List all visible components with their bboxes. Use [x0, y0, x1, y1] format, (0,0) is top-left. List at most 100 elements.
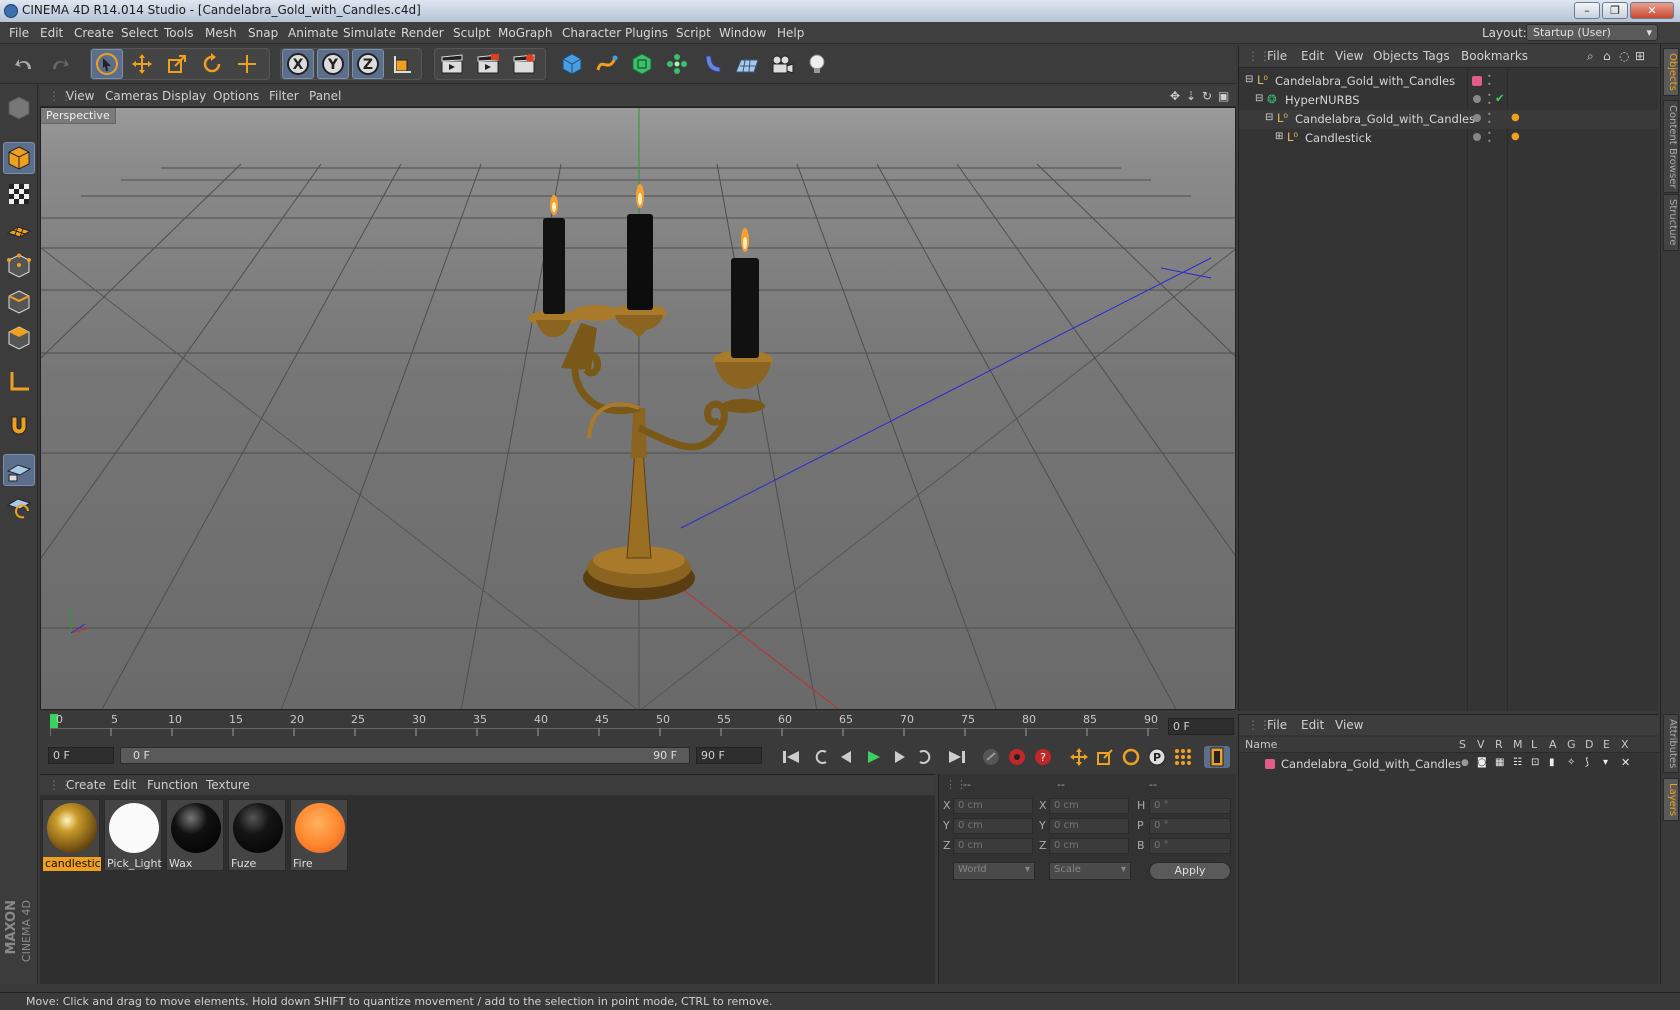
- tab-objects[interactable]: Objects: [1663, 48, 1679, 96]
- collapse-icon[interactable]: ⊟: [1245, 74, 1253, 85]
- viewport-menu-filter[interactable]: Filter: [269, 89, 299, 103]
- z-axis-button[interactable]: Z: [352, 49, 384, 79]
- collapse-icon[interactable]: ⊟: [1255, 93, 1263, 104]
- layer-col-xref[interactable]: X: [1621, 738, 1629, 751]
- menu-mograph[interactable]: MoGraph: [498, 26, 553, 40]
- viewport-pan-icon[interactable]: ✥: [1170, 89, 1180, 103]
- viewport-zoom-icon[interactable]: ⇣: [1186, 89, 1196, 103]
- viewport-menu-panel[interactable]: Panel: [309, 89, 341, 103]
- object-menu-file[interactable]: File: [1267, 49, 1287, 63]
- rotation-p-field[interactable]: 0 °: [1149, 818, 1231, 834]
- coordinate-system-button[interactable]: [387, 49, 419, 79]
- key-position-button[interactable]: [1066, 746, 1092, 768]
- layer-col-expressions[interactable]: E: [1603, 738, 1610, 751]
- points-mode-button[interactable]: [3, 250, 35, 282]
- light-button[interactable]: [801, 49, 833, 79]
- camera-button[interactable]: [766, 49, 798, 79]
- array-button[interactable]: [661, 49, 693, 79]
- rotation-h-field[interactable]: 0 °: [1149, 798, 1231, 814]
- key-rotation-button[interactable]: [1118, 746, 1144, 768]
- new-view-icon[interactable]: ⊞: [1635, 49, 1645, 63]
- key-scale-button[interactable]: [1092, 746, 1118, 768]
- render-view-button[interactable]: [436, 49, 468, 79]
- position-x-field[interactable]: 0 cm: [953, 798, 1033, 814]
- go-to-end-button[interactable]: [944, 746, 970, 768]
- tab-attributes[interactable]: Attributes: [1663, 714, 1679, 774]
- material-tag-icon[interactable]: ●: [1511, 112, 1520, 123]
- visibility-dots-icon[interactable]: • •: [1487, 73, 1492, 89]
- layer-row[interactable]: Candelabra_Gold_with_Candles ● ◙ ▦ ☷ ⊡ ▮…: [1239, 755, 1659, 774]
- y-axis-button[interactable]: Y: [317, 49, 349, 79]
- solo-icon[interactable]: ●: [1461, 758, 1469, 768]
- menu-character[interactable]: Character: [562, 26, 621, 40]
- material-swatch[interactable]: Pick_Light: [104, 799, 162, 871]
- polygons-mode-button[interactable]: [3, 322, 35, 354]
- viewport-menu-display[interactable]: Display: [162, 89, 206, 103]
- minimize-button[interactable]: –: [1574, 2, 1600, 19]
- key-parameter-button[interactable]: P: [1144, 746, 1170, 768]
- size-x-field[interactable]: 0 cm: [1049, 798, 1129, 814]
- menu-tools[interactable]: Tools: [164, 26, 194, 40]
- manager-icon[interactable]: ☷: [1513, 757, 1522, 768]
- menu-help[interactable]: Help: [777, 26, 804, 40]
- previous-frame-button[interactable]: [834, 746, 860, 768]
- layer-menu-edit[interactable]: Edit: [1301, 718, 1324, 732]
- x-axis-button[interactable]: X: [282, 49, 314, 79]
- layer-color-swatch[interactable]: [1265, 759, 1275, 769]
- object-row[interactable]: ⊟ L⁰ Candelabra_Gold_with_Candles • •: [1239, 72, 1659, 91]
- menu-sculpt[interactable]: Sculpt: [453, 26, 490, 40]
- viewport-toggle-icon[interactable]: ▣: [1218, 89, 1229, 103]
- material-swatch[interactable]: Fire: [290, 799, 348, 871]
- keyframe-selection-button[interactable]: ?: [1030, 746, 1056, 768]
- material-swatch[interactable]: Wax: [166, 799, 224, 871]
- size-mode-dropdown[interactable]: Scale ▾: [1049, 862, 1131, 880]
- make-editable-button[interactable]: [3, 92, 35, 124]
- object-row[interactable]: ⊞ L⁰ Candlestick • • ●: [1239, 129, 1659, 148]
- menu-render[interactable]: Render: [401, 26, 444, 40]
- cube-button[interactable]: [556, 49, 588, 79]
- render-icon[interactable]: ▦: [1495, 757, 1504, 768]
- size-z-field[interactable]: 0 cm: [1049, 838, 1129, 854]
- tab-structure[interactable]: Structure: [1663, 194, 1679, 251]
- workplane-lock-button[interactable]: [3, 454, 35, 486]
- material-menu-texture[interactable]: Texture: [206, 778, 250, 792]
- layer-menu-view[interactable]: View: [1335, 718, 1363, 732]
- record-keys-button[interactable]: [978, 746, 1004, 768]
- next-frame-button[interactable]: [886, 746, 912, 768]
- live-selection-button[interactable]: [91, 49, 123, 79]
- back-icon[interactable]: ◌: [1619, 49, 1629, 63]
- maximize-button[interactable]: ❐: [1602, 2, 1628, 19]
- autokey-button[interactable]: [1004, 746, 1030, 768]
- model-mode-button[interactable]: [3, 142, 35, 174]
- collapse-icon[interactable]: ⊟: [1265, 112, 1273, 123]
- deformer-icon[interactable]: ⟆: [1585, 757, 1589, 768]
- position-z-field[interactable]: 0 cm: [953, 838, 1033, 854]
- spline-pen-button[interactable]: [591, 49, 623, 79]
- object-menu-bookmarks[interactable]: Bookmarks: [1461, 49, 1528, 63]
- floor-button[interactable]: [731, 49, 763, 79]
- viewport-camera-label[interactable]: Perspective: [41, 108, 116, 124]
- search-icon[interactable]: ⌕: [1587, 49, 1594, 64]
- tab-layers[interactable]: Layers: [1663, 778, 1679, 822]
- viewport-menu-cameras[interactable]: Cameras: [105, 89, 158, 103]
- apply-button[interactable]: Apply: [1149, 862, 1231, 880]
- menu-script[interactable]: Script: [676, 26, 711, 40]
- tab-content-browser[interactable]: Content Browser: [1663, 100, 1679, 194]
- viewport-menu-options[interactable]: Options: [213, 89, 259, 103]
- menu-mesh[interactable]: Mesh: [205, 26, 237, 40]
- start-frame-field[interactable]: 0 F: [48, 747, 114, 764]
- layer-color-tag[interactable]: [1472, 76, 1482, 86]
- object-menu-view[interactable]: View: [1335, 49, 1363, 63]
- animation-icon[interactable]: ▮: [1549, 757, 1555, 768]
- layer-col-manager[interactable]: M: [1513, 738, 1523, 751]
- close-button[interactable]: ✕: [1630, 2, 1674, 19]
- go-to-start-button[interactable]: [778, 746, 804, 768]
- object-row[interactable]: ⊟ ❂ HyperNURBS • • ✔: [1239, 91, 1659, 110]
- viewport-menu-view[interactable]: View: [66, 89, 94, 103]
- object-menu-tags[interactable]: Tags: [1423, 49, 1450, 63]
- material-menu-edit[interactable]: Edit: [113, 778, 136, 792]
- visibility-dots-icon[interactable]: • •: [1487, 111, 1492, 127]
- current-frame-field[interactable]: 0 F: [1168, 718, 1234, 735]
- size-y-field[interactable]: 0 cm: [1049, 818, 1129, 834]
- render-settings-button[interactable]: [508, 49, 540, 79]
